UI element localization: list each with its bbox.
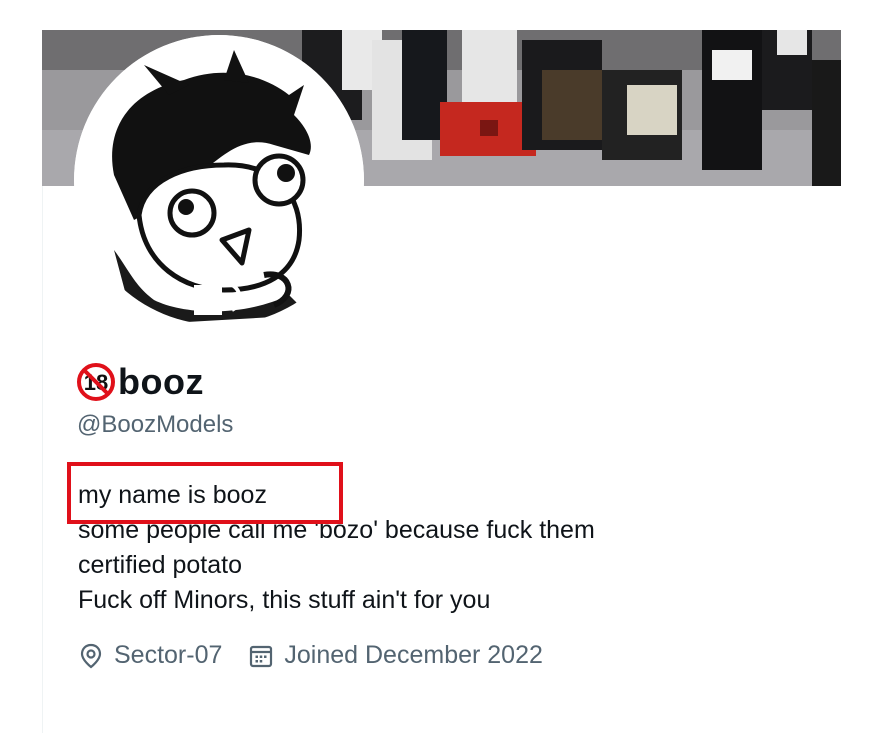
bio-line: Fuck off Minors, this stuff ain't for yo… (78, 586, 491, 614)
column-divider (42, 186, 43, 733)
profile-meta: Sector-07 Joined December 2022 (78, 641, 543, 670)
location-pin-icon (80, 643, 102, 668)
18-prohibited-icon: 18 (77, 363, 115, 401)
joined-item: Joined December 2022 (248, 641, 543, 670)
profile-avatar[interactable] (74, 35, 364, 325)
display-name: booz (118, 361, 204, 402)
joined-text: Joined December 2022 (284, 641, 543, 669)
location-text: Sector-07 (114, 641, 223, 669)
highlight-annotation (67, 462, 343, 524)
calendar-icon (250, 645, 273, 667)
profile-page: 18 booz @BoozModels my name is booz some… (0, 0, 879, 733)
bio-line: certified potato (78, 551, 242, 579)
profile-name-row: 18 booz (76, 360, 204, 404)
user-handle: @BoozModels (77, 411, 234, 438)
location-item: Sector-07 (78, 641, 222, 670)
